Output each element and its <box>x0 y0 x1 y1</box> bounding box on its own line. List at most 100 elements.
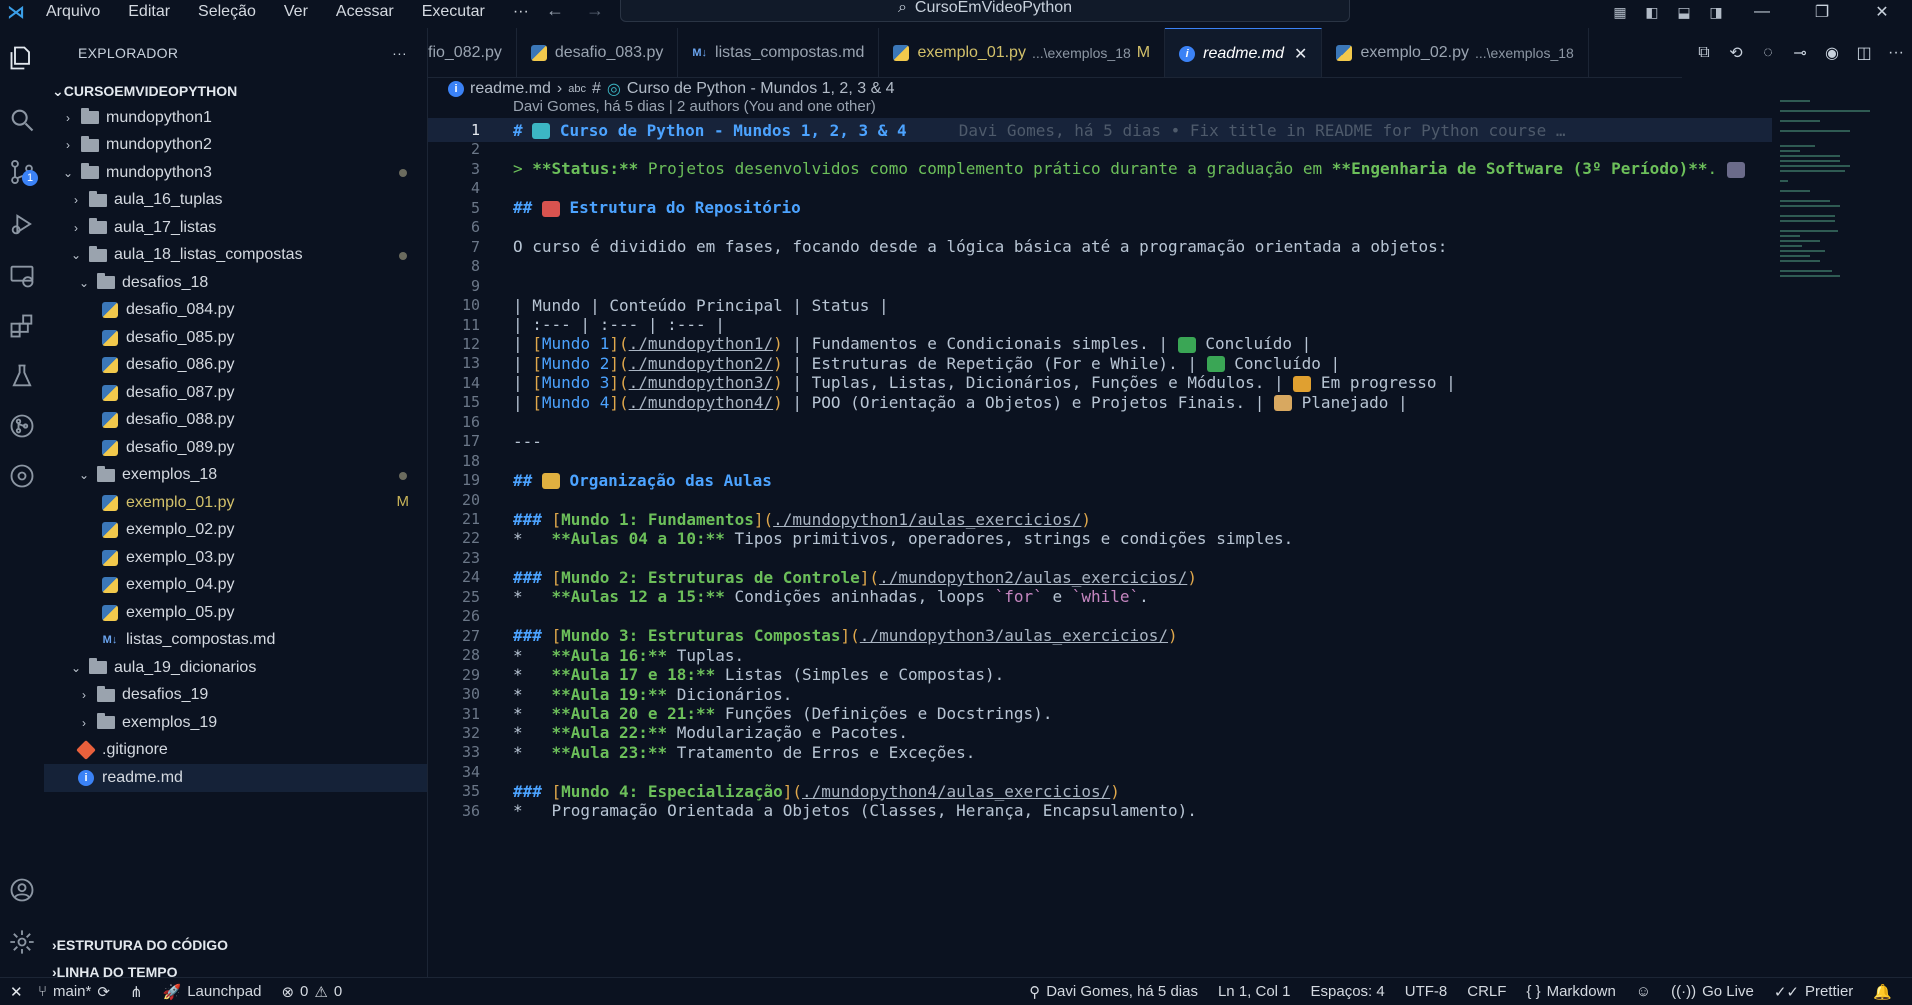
search-view-icon[interactable] <box>0 98 44 142</box>
customize-layout-icon[interactable]: ▦ <box>1604 0 1636 24</box>
language-mode[interactable]: { } Markdown <box>1516 983 1625 1000</box>
restore-icon[interactable]: ❐ <box>1792 0 1852 24</box>
tree-item-label: desafios_18 <box>122 273 209 291</box>
back-arrow-icon[interactable]: ← <box>546 0 564 21</box>
code-line[interactable]: 36 * Programação Orientada a Objetos (Cla… <box>428 799 1772 823</box>
cursor-position[interactable]: Ln 1, Col 1 <box>1208 983 1301 1000</box>
tree-folder[interactable]: › aula_16_tuplas <box>44 187 427 215</box>
tree-file[interactable]: exemplo_02.py <box>44 517 427 545</box>
toggle-panel-icon[interactable]: ⬓ <box>1668 0 1700 24</box>
remote-explorer-icon[interactable] <box>0 254 44 298</box>
toggle-sidebar-icon[interactable]: ◧ <box>1636 0 1668 24</box>
tree-folder[interactable]: ⌄ exemplos_18 <box>44 462 427 490</box>
tree-folder[interactable]: › aula_17_listas <box>44 214 427 242</box>
minimize-icon[interactable]: — <box>1732 0 1792 24</box>
menu-item[interactable]: Arquivo <box>32 2 114 22</box>
breadcrumb-file[interactable]: readme.md <box>470 80 551 98</box>
tree-file[interactable]: desafio_087.py <box>44 379 427 407</box>
run-debug-icon[interactable] <box>0 202 44 246</box>
menu-item[interactable]: Ver <box>270 2 322 22</box>
menu-item[interactable]: Editar <box>114 2 184 22</box>
tree-folder[interactable]: ⌄ desafios_18 <box>44 269 427 297</box>
code-editor[interactable]: 1 # Curso de Python - Mundos 1, 2, 3 & 4D… <box>428 118 1772 977</box>
tree-file[interactable]: desafio_085.py <box>44 324 427 352</box>
tree-folder[interactable]: › mundopython1 <box>44 104 427 132</box>
gitlens-icon[interactable] <box>0 404 44 448</box>
breadcrumb-symbol[interactable]: # <box>592 80 601 98</box>
tree-file[interactable]: desafio_088.py <box>44 407 427 435</box>
tree-item-label: desafio_085.py <box>126 328 235 346</box>
breadcrumb-heading[interactable]: Curso de Python - Mundos 1, 2, 3 & 4 <box>627 80 895 98</box>
tree-folder[interactable]: ⌄ aula_18_listas_compostas <box>44 242 427 270</box>
tree-file[interactable]: exemplo_05.py <box>44 599 427 627</box>
more-actions-icon[interactable]: ··· <box>1880 44 1912 62</box>
editor-tab[interactable]: i readme.md ✕ <box>1165 28 1323 77</box>
editor-tab[interactable]: exemplo_02.py ...\exemplos_18 <box>1322 28 1589 77</box>
tree-file[interactable]: desafio_084.py <box>44 297 427 325</box>
next-change-icon[interactable]: ⊸ <box>1784 43 1816 63</box>
testing-icon[interactable] <box>0 354 44 398</box>
editor-tab[interactable]: exemplo_01.py ...\exemplos_18 M <box>879 28 1166 77</box>
previous-change-icon[interactable]: ◌ <box>1752 44 1784 62</box>
editor-tab[interactable]: fio_082.py <box>428 28 517 77</box>
menu-item[interactable]: ··· <box>499 2 543 22</box>
workspace-root[interactable]: ⌄ CURSOEMVIDEOPYTHON <box>44 78 427 104</box>
menu-item[interactable]: Acessar <box>322 2 408 22</box>
line-number: 3 <box>470 159 480 178</box>
explorer-icon[interactable] <box>0 36 44 80</box>
outline-section[interactable]: › ESTRUTURA DO CÓDIGO <box>44 931 428 958</box>
source-control-icon[interactable]: 1 <box>0 150 44 194</box>
notifications-icon[interactable]: 🔔 <box>1863 983 1902 1001</box>
toggle-secondary-sidebar-icon[interactable]: ◨ <box>1700 0 1732 24</box>
accounts-icon[interactable] <box>0 868 44 912</box>
problems-indicator[interactable]: ⊗ 0 ⚠ 0 <box>271 983 352 1001</box>
command-center-search[interactable]: ⌕ CursoEmVideoPython <box>620 0 1350 22</box>
menu-item[interactable]: Executar <box>408 2 499 22</box>
split-editor-icon[interactable]: ◫ <box>1848 43 1880 63</box>
encoding[interactable]: UTF-8 <box>1395 983 1458 1000</box>
open-preview-icon[interactable]: ⧉ <box>1688 44 1720 62</box>
copilot-status[interactable]: ☺ <box>1626 983 1661 1000</box>
tree-file[interactable]: exemplo_03.py <box>44 544 427 572</box>
minimap-line <box>1780 230 1838 232</box>
minimap[interactable] <box>1780 100 1890 277</box>
tree-folder[interactable]: › exemplos_19 <box>44 709 427 737</box>
tree-file[interactable]: .gitignore <box>44 737 427 765</box>
open-changes-icon[interactable]: ⟲ <box>1720 43 1752 63</box>
markdown-file-icon: M↓ <box>102 634 118 647</box>
codelens-blame[interactable]: Davi Gomes, há 5 dias | 2 authors (You a… <box>513 98 876 115</box>
tree-file[interactable]: i readme.md <box>44 764 427 792</box>
tree-file[interactable]: desafio_086.py <box>44 352 427 380</box>
go-live-button[interactable]: ((·)) Go Live <box>1661 983 1764 1000</box>
prettier-status[interactable]: ✓✓ Prettier <box>1764 983 1864 1001</box>
blame-status[interactable]: ⚲ Davi Gomes, há 5 dias <box>1019 983 1208 1001</box>
menu-item[interactable]: Seleção <box>184 2 270 22</box>
close-window-icon[interactable]: ✕ <box>1852 0 1912 24</box>
tree-file[interactable]: M↓ listas_compostas.md <box>44 627 427 655</box>
gitlens-inspect-icon[interactable] <box>0 454 44 498</box>
tree-folder[interactable]: › desafios_19 <box>44 682 427 710</box>
editor-tab[interactable]: M↓ listas_compostas.md <box>678 28 880 77</box>
tree-file[interactable]: exemplo_04.py <box>44 572 427 600</box>
line-number: 1 <box>470 121 480 139</box>
branch-indicator[interactable]: ⑂ main* ⟳ <box>28 983 120 1001</box>
tree-folder[interactable]: ⌄ mundopython3 <box>44 159 427 187</box>
launchpad-indicator[interactable]: 🚀 Launchpad <box>153 983 272 1001</box>
tab-close-icon[interactable]: ✕ <box>1294 44 1307 64</box>
extensions-icon[interactable] <box>0 304 44 348</box>
tree-folder[interactable]: › mundopython2 <box>44 132 427 160</box>
manage-gear-icon[interactable] <box>0 920 44 964</box>
line-number: 22 <box>461 529 480 548</box>
tree-file[interactable]: exemplo_01.py M <box>44 489 427 517</box>
indentation[interactable]: Espaços: 4 <box>1301 983 1395 1000</box>
remote-indicator[interactable]: ✕ <box>0 983 28 1001</box>
explorer-more-actions[interactable]: ··· <box>392 45 407 61</box>
chevron-down-icon: ⌄ <box>78 275 90 290</box>
end-of-line[interactable]: CRLF <box>1457 983 1516 1000</box>
tree-file[interactable]: desafio_089.py <box>44 434 427 462</box>
graph-indicator[interactable]: ⋔ <box>120 983 153 1001</box>
editor-tab[interactable]: desafio_083.py <box>517 28 679 77</box>
forward-arrow-icon[interactable]: → <box>586 0 604 21</box>
gitlens-blame-icon[interactable]: ◉ <box>1816 43 1848 63</box>
tree-folder[interactable]: ⌄ aula_19_dicionarios <box>44 654 427 682</box>
